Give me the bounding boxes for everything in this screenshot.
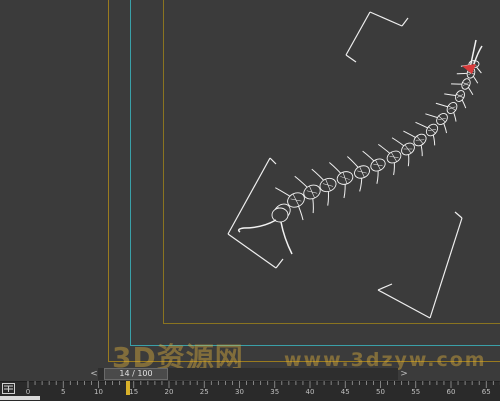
curve-editor-icon[interactable] xyxy=(2,383,15,394)
ruler-tick-label: 30 xyxy=(235,388,244,396)
ruler-tick-label: 60 xyxy=(447,388,456,396)
wireframe-box-edge xyxy=(378,290,430,318)
centipede-antenna xyxy=(239,220,276,232)
ruler-tick-label: 45 xyxy=(341,388,350,396)
wireframe-box-edge xyxy=(455,212,462,218)
ruler-tick-label: 50 xyxy=(376,388,385,396)
arrow-left-icon[interactable]: < xyxy=(88,368,100,380)
ruler-tick-label: 25 xyxy=(200,388,209,396)
wireframe-box-edge xyxy=(370,12,402,26)
frame-readout: 14 / 100 xyxy=(104,368,168,380)
arrow-right-icon[interactable]: > xyxy=(398,368,410,380)
centipede-tail xyxy=(474,46,482,64)
wireframe-box-edge xyxy=(430,218,462,318)
centipede-antenna xyxy=(281,222,292,254)
ruler-tick-label: 0 xyxy=(26,388,30,396)
ruler-tick-label: 5 xyxy=(61,388,65,396)
wireframe-box-edge xyxy=(276,259,283,268)
wireframe-box-edge xyxy=(228,234,276,268)
centipede-head xyxy=(272,208,288,222)
ruler-tick-label: 20 xyxy=(165,388,174,396)
watermark-logo-text: 3D资源网 xyxy=(112,336,244,370)
current-frame-marker[interactable] xyxy=(126,381,130,395)
status-strip xyxy=(0,396,40,400)
ruler-tick-label: 10 xyxy=(94,388,103,396)
wireframe-box-edge xyxy=(346,12,370,55)
wireframe-box-edge xyxy=(402,18,408,26)
ruler-tick-label: 35 xyxy=(270,388,279,396)
wireframe-box-edge xyxy=(270,158,276,164)
perspective-viewport[interactable]: 3D资源网 www.3dzyw.com xyxy=(0,0,500,370)
wireframe-box-edge xyxy=(228,158,270,234)
watermark-url: www.3dzyw.com xyxy=(284,349,487,370)
ruler-tick-label: 55 xyxy=(411,388,420,396)
ruler-tick-label: 15 xyxy=(129,388,138,396)
wireframe-box-edge xyxy=(378,284,392,290)
trackbar-ruler[interactable] xyxy=(20,381,500,389)
wireframe-box-edge xyxy=(346,55,356,62)
ruler-tick-label: 40 xyxy=(306,388,315,396)
ruler-tick-label: 65 xyxy=(482,388,491,396)
centipede-wireframe-model[interactable] xyxy=(0,0,500,370)
